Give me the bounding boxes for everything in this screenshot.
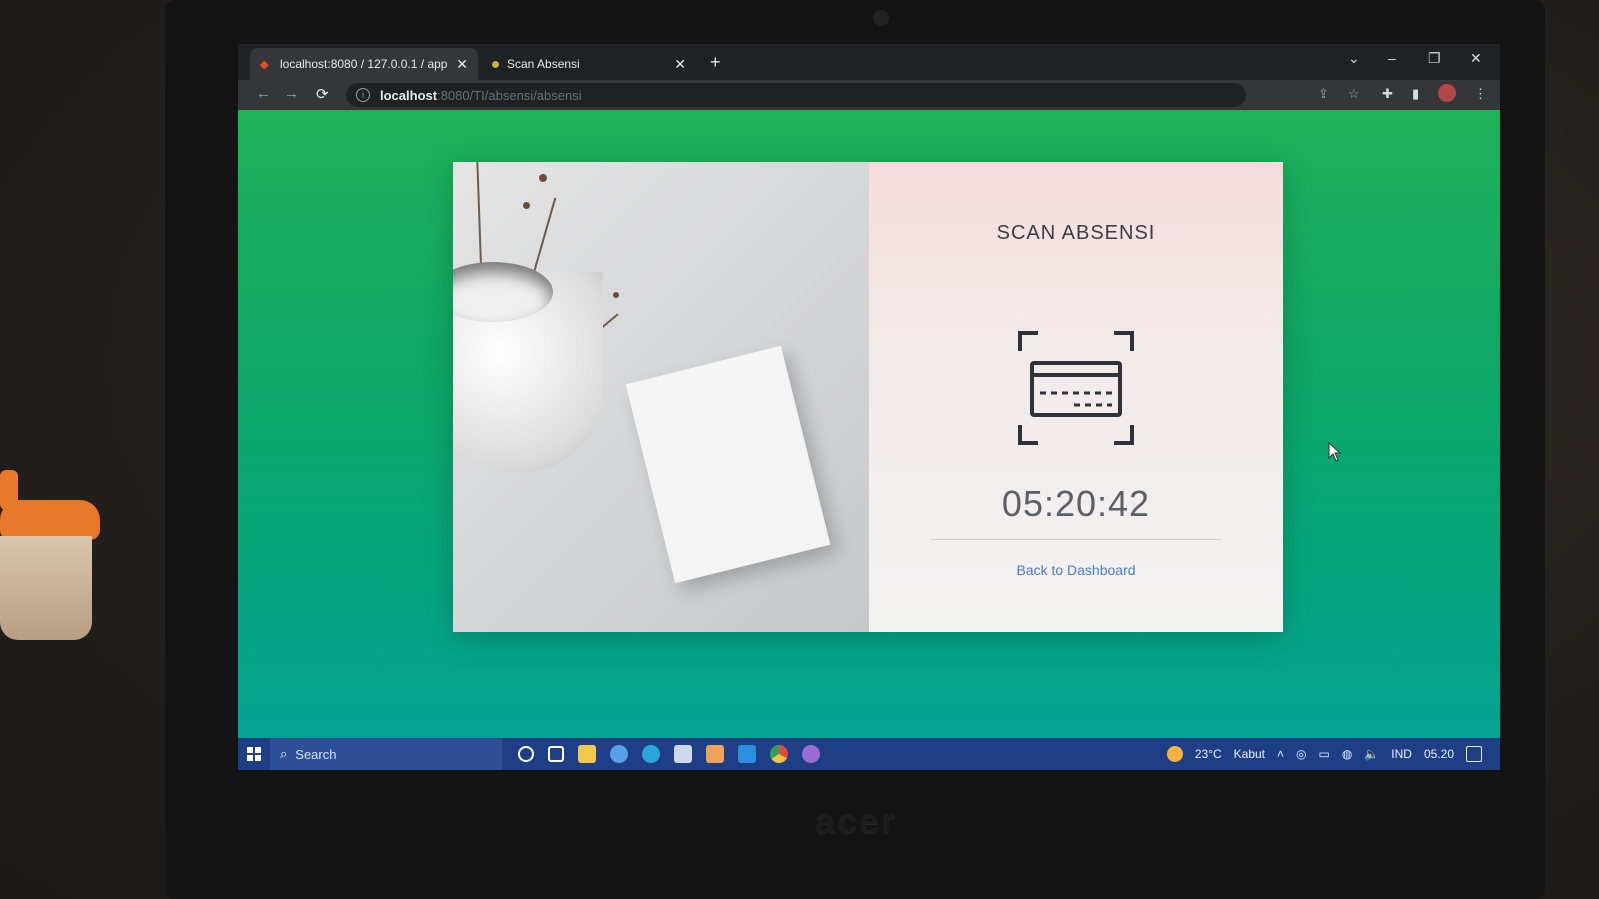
close-tab-icon[interactable]: ✕ (456, 56, 468, 73)
card-scan-icon (1018, 331, 1134, 445)
back-arrow-icon[interactable]: ← (256, 85, 271, 102)
close-window-icon[interactable]: ✕ (1470, 50, 1482, 67)
webcam (873, 10, 889, 26)
tab-title: localhost:8080 / 127.0.0.1 / app (280, 57, 448, 71)
browser-toolbar: ← → ⟳ i localhost :8080/TI/absensi/absen… (238, 80, 1500, 110)
restore-icon[interactable]: ❐ (1428, 50, 1441, 67)
task-view-icon[interactable] (548, 746, 564, 762)
taskbar-clock[interactable]: 05.20 (1424, 747, 1454, 761)
windows-taskbar: ⌕ Search 23°C Kabut ˄ ◎ ▭ ◍ 🔈 IND 05.20 (238, 738, 1500, 770)
flower-bud (613, 292, 619, 298)
close-tab-icon[interactable]: ✕ (674, 56, 686, 73)
share-icon[interactable]: ⇪ (1318, 86, 1329, 102)
search-placeholder: Search (295, 746, 337, 762)
pinned-apps (518, 745, 820, 763)
system-tray: 23°C Kabut ˄ ◎ ▭ ◍ 🔈 IND 05.20 (1166, 746, 1500, 762)
divider (931, 539, 1221, 540)
phpmyadmin-favicon-icon: ◆ (260, 59, 269, 71)
scan-panel: SCAN ABSENSI 05:20:42 Back to Dashboard (869, 162, 1283, 632)
orange-jar (0, 470, 105, 640)
app-icon[interactable] (674, 745, 692, 763)
blank-paper (625, 345, 831, 584)
tab-search-chevron-icon[interactable]: ⌄ (1348, 50, 1360, 67)
input-language[interactable]: IND (1391, 747, 1412, 761)
address-bar[interactable]: i localhost :8080/TI/absensi/absensi (346, 83, 1246, 107)
jar-lid (0, 500, 100, 540)
site-info-icon[interactable]: i (356, 88, 370, 102)
mouse-cursor-icon (1328, 442, 1342, 462)
weather-icon[interactable] (1166, 746, 1183, 762)
jar-body (0, 536, 92, 640)
flower-bud (523, 202, 530, 209)
chevron-up-icon[interactable]: ˄ (1277, 747, 1284, 761)
profile-avatar[interactable] (1438, 84, 1456, 102)
windows-start-icon[interactable] (238, 738, 270, 770)
url-path: :8080/TI/absensi/absensi (437, 87, 582, 103)
chrome-icon[interactable] (770, 745, 788, 763)
laptop-screen: ◆ localhost:8080 / 127.0.0.1 / app ✕ Sca… (238, 44, 1500, 770)
flower-bud (539, 174, 547, 182)
url-host: localhost (380, 87, 438, 103)
tab-title: Scan Absensi (507, 57, 580, 71)
app-icon[interactable] (802, 745, 820, 763)
edge-icon[interactable] (642, 745, 660, 763)
file-explorer-icon[interactable] (578, 745, 596, 763)
scan-card: SCAN ABSENSI 05:20:42 Back to Dashboard (453, 162, 1283, 632)
notification-icon[interactable] (1466, 746, 1482, 762)
weather-description[interactable]: Kabut (1234, 747, 1265, 761)
app-icon[interactable] (706, 745, 724, 763)
minimize-icon[interactable]: – (1388, 50, 1396, 66)
extensions-puzzle-icon[interactable]: ✚ (1382, 86, 1393, 102)
vscode-icon[interactable] (738, 745, 756, 763)
reload-icon[interactable]: ⟳ (316, 85, 329, 103)
forward-arrow-icon[interactable]: → (284, 85, 299, 102)
weather-temperature[interactable]: 23°C (1195, 747, 1222, 761)
search-icon: ⌕ (280, 746, 288, 761)
site-favicon-icon (492, 60, 499, 68)
tab-phpmyadmin[interactable]: ◆ localhost:8080 / 127.0.0.1 / app ✕ (250, 48, 478, 80)
app-icon[interactable] (610, 745, 628, 763)
tab-scan-absensi[interactable]: Scan Absensi ✕ (480, 48, 696, 80)
volume-icon[interactable]: 🔈 (1364, 747, 1379, 761)
brand-logo: acer (815, 800, 898, 841)
tray-app-icon[interactable]: ◎ (1296, 747, 1306, 761)
side-panel-icon[interactable]: ▮ (1412, 86, 1419, 102)
page-title: SCAN ABSENSI (996, 222, 1156, 244)
new-tab-icon[interactable]: + (710, 52, 721, 73)
browser-tab-strip: ◆ localhost:8080 / 127.0.0.1 / app ✕ Sca… (238, 44, 1500, 80)
cortana-icon[interactable] (518, 746, 534, 762)
page-viewport: SCAN ABSENSI 05:20:42 Back to Dashboard (238, 110, 1500, 738)
back-to-dashboard-link[interactable]: Back to Dashboard (1016, 562, 1135, 578)
clock-display: 05:20:42 (1001, 483, 1151, 524)
network-icon[interactable]: ◍ (1342, 747, 1352, 761)
browser-menu-icon[interactable]: ⋮ (1474, 86, 1487, 102)
decorative-photo (453, 162, 869, 632)
taskbar-search-box[interactable]: ⌕ Search (270, 738, 502, 770)
battery-icon[interactable]: ▭ (1319, 747, 1330, 761)
star-icon[interactable]: ☆ (1348, 86, 1360, 102)
